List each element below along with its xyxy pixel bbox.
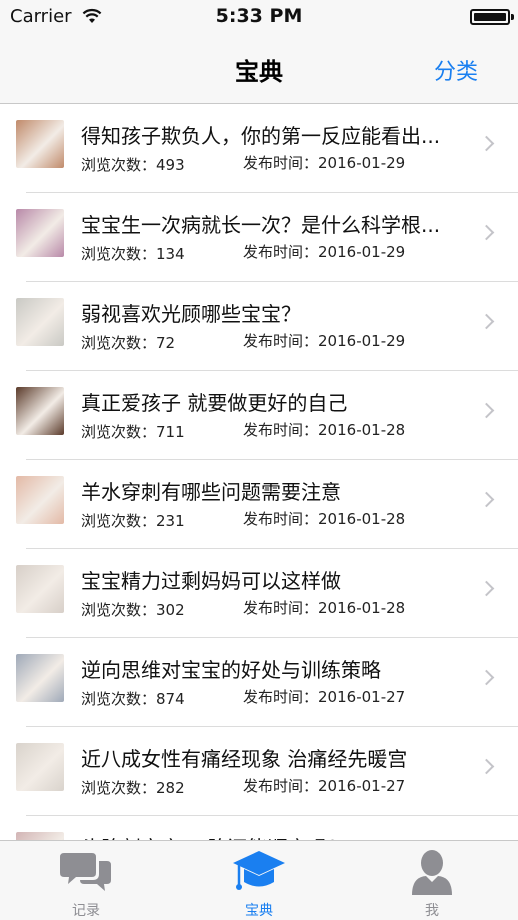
date-value: 2016-01-29	[318, 243, 406, 261]
article-views: 浏览次数：72	[81, 332, 175, 353]
article-list[interactable]: 得知孩子欺负人，你的第一反应能看出... 浏览次数：493 发布时间：2016-01…	[0, 104, 518, 840]
date-value: 2016-01-28	[318, 421, 406, 439]
article-title: 弱视喜欢光顾哪些宝宝？	[81, 302, 301, 326]
date-label: 发布时间：	[243, 688, 319, 706]
navigation-bar: 宝典 分类	[0, 34, 518, 104]
date-value: 2016-01-29	[318, 332, 406, 350]
tab-canon[interactable]: 宝典	[173, 841, 345, 920]
article-thumbnail	[16, 743, 64, 791]
date-label: 发布时间：	[243, 599, 319, 617]
chevron-right-icon	[478, 491, 495, 508]
article-views: 浏览次数：302	[81, 599, 185, 620]
views-label: 浏览次数：	[81, 601, 157, 619]
views-count: 72	[156, 334, 176, 352]
article-row[interactable]: 羊水穿刺有哪些问题需要注意 浏览次数：231 发布时间：2016-01-28	[16, 460, 518, 549]
views-count: 302	[156, 601, 185, 619]
article-thumbnail	[16, 387, 64, 435]
graduation-cap-icon	[233, 851, 285, 890]
article-title: 逆向思维对宝宝的好处与训练策略	[81, 658, 381, 682]
views-count: 493	[156, 156, 185, 174]
article-thumbnail	[16, 298, 64, 346]
article-row[interactable]: 得知孩子欺负人，你的第一反应能看出... 浏览次数：493 发布时间：2016-01…	[16, 104, 518, 193]
article-title: 宝宝精力过剩妈妈可以这样做	[81, 569, 341, 593]
article-views: 浏览次数：231	[81, 510, 185, 531]
article-thumbnail	[16, 209, 64, 257]
article-title: 近八成女性有痛经现象 治痛经先暖宫	[81, 747, 408, 771]
article-date: 发布时间：2016-01-28	[243, 419, 405, 440]
views-count: 134	[156, 245, 185, 263]
views-count: 282	[156, 779, 185, 797]
article-row[interactable]: 真正爱孩子 就要做更好的自己 浏览次数：711 发布时间：2016-01-28	[16, 371, 518, 460]
category-button[interactable]: 分类	[434, 54, 478, 86]
tab-bar: 记录 宝典 我	[0, 840, 518, 920]
article-title: 头胎剖宫产 二胎还能顺产吗?	[81, 832, 481, 840]
tab-records[interactable]: 记录	[0, 841, 172, 920]
article-thumbnail	[16, 654, 64, 702]
article-date: 发布时间：2016-01-29	[243, 330, 405, 351]
article-thumbnail	[16, 565, 64, 613]
chat-bubbles-icon	[60, 853, 111, 891]
views-label: 浏览次数：	[81, 690, 157, 708]
article-views: 浏览次数：493	[81, 154, 185, 175]
article-row[interactable]: 宝宝精力过剩妈妈可以这样做 浏览次数：302 发布时间：2016-01-28	[16, 549, 518, 638]
date-value: 2016-01-27	[318, 777, 406, 795]
article-views: 浏览次数：282	[81, 777, 185, 798]
article-title: 得知孩子欺负人，你的第一反应能看出...	[81, 124, 441, 148]
article-views: 浏览次数：134	[81, 243, 185, 264]
article-title: 真正爱孩子 就要做更好的自己	[81, 391, 348, 415]
status-time: 5:33 PM	[215, 5, 303, 27]
views-count: 874	[156, 690, 185, 708]
date-label: 发布时间：	[243, 777, 319, 795]
article-date: 发布时间：2016-01-27	[243, 686, 405, 707]
article-views: 浏览次数：711	[81, 421, 185, 442]
chevron-right-icon	[478, 135, 495, 152]
views-label: 浏览次数：	[81, 156, 157, 174]
article-date: 发布时间：2016-01-29	[243, 241, 405, 262]
views-label: 浏览次数：	[81, 512, 157, 530]
article-thumbnail	[16, 476, 64, 524]
tab-label: 记录	[72, 903, 100, 919]
chevron-right-icon	[478, 758, 495, 775]
date-value: 2016-01-29	[318, 154, 406, 172]
article-date: 发布时间：2016-01-28	[243, 597, 405, 618]
date-label: 发布时间：	[243, 421, 319, 439]
chevron-right-icon	[478, 580, 495, 597]
article-views: 浏览次数：874	[81, 688, 185, 709]
article-row[interactable]: 宝宝生一次病就长一次？是什么科学根... 浏览次数：134 发布时间：2016-01…	[16, 193, 518, 282]
date-label: 发布时间：	[243, 510, 319, 528]
article-row[interactable]: 逆向思维对宝宝的好处与训练策略 浏览次数：874 发布时间：2016-01-27	[16, 638, 518, 727]
person-icon	[412, 850, 452, 895]
article-title: 宝宝生一次病就长一次？是什么科学根...	[81, 213, 441, 237]
tab-label: 宝典	[245, 903, 273, 919]
views-label: 浏览次数：	[81, 423, 157, 441]
article-date: 发布时间：2016-01-28	[243, 508, 405, 529]
chevron-right-icon	[478, 313, 495, 330]
views-count: 711	[156, 423, 185, 441]
date-label: 发布时间：	[243, 332, 319, 350]
tab-me[interactable]: 我	[346, 841, 518, 920]
article-date: 发布时间：2016-01-29	[243, 152, 405, 173]
status-bar: Carrier 5:33 PM	[0, 0, 518, 34]
article-row[interactable]: 近八成女性有痛经现象 治痛经先暖宫 浏览次数：282 发布时间：2016-01-27	[16, 727, 518, 816]
article-title: 羊水穿刺有哪些问题需要注意	[81, 480, 341, 504]
article-thumbnail	[16, 120, 64, 168]
article-date: 发布时间：2016-01-27	[243, 775, 405, 796]
chevron-right-icon	[478, 402, 495, 419]
date-label: 发布时间：	[243, 154, 319, 172]
article-row[interactable]: 头胎剖宫产 二胎还能顺产吗?	[16, 816, 518, 840]
battery-icon	[470, 9, 514, 25]
views-label: 浏览次数：	[81, 245, 157, 263]
article-row[interactable]: 弱视喜欢光顾哪些宝宝？ 浏览次数：72 发布时间：2016-01-29	[16, 282, 518, 371]
views-label: 浏览次数：	[81, 779, 157, 797]
date-value: 2016-01-27	[318, 688, 406, 706]
date-value: 2016-01-28	[318, 599, 406, 617]
date-value: 2016-01-28	[318, 510, 406, 528]
views-count: 231	[156, 512, 185, 530]
date-label: 发布时间：	[243, 243, 319, 261]
tab-label: 我	[425, 903, 439, 919]
chevron-right-icon	[478, 669, 495, 686]
views-label: 浏览次数：	[81, 334, 157, 352]
chevron-right-icon	[478, 224, 495, 241]
article-thumbnail	[16, 832, 64, 840]
